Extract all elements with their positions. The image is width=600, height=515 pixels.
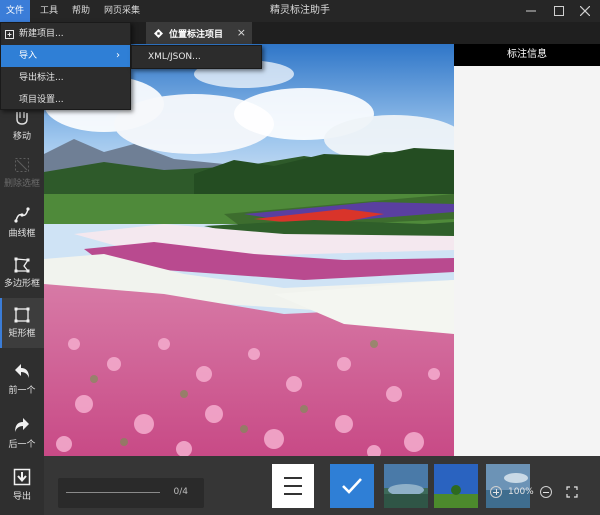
menu-item-label: 项目设置... [19,95,64,105]
title-bar: 文件 工具 帮助 网页采集 精灵标注助手 [0,0,600,22]
tool-export[interactable]: 导出 [0,460,44,510]
thumbnail-2[interactable] [434,464,478,508]
fit-screen-icon[interactable] [566,486,578,498]
zoom-level: 100% [508,487,534,497]
annotation-progress: 0/4 [58,478,204,508]
menu-item-import[interactable]: 导入 › [1,45,130,67]
tool-label: 后一个 [8,440,36,450]
previous-icon [15,364,29,378]
progress-track [66,492,160,493]
list-icon-line [284,485,302,487]
annotation-info-header: 标注信息 [454,44,600,66]
menu-item-new-project[interactable]: 新建项目... [1,23,130,45]
delete-box-icon [15,158,29,172]
project-icon [154,28,163,38]
maximize-icon [554,6,564,16]
confirm-button[interactable] [330,464,374,508]
tool-delete-box[interactable]: 删除选框 [0,148,44,198]
curve-box-icon [14,207,30,223]
next-icon [15,418,29,432]
export-icon [13,468,31,486]
tool-rectangle-box[interactable]: 矩形框 [0,298,44,348]
tab-location-annotation[interactable]: 位置标注项目 × [146,22,252,44]
menu-item-label: 导出标注... [19,73,64,83]
checkmark-icon [342,478,362,494]
file-list-button[interactable] [272,464,314,508]
tool-previous[interactable]: 前一个 [0,354,44,404]
import-submenu: XML/JSON... [131,45,262,69]
menu-item-import-xml-json[interactable]: XML/JSON... [132,46,261,68]
menu-file[interactable]: 文件 [0,0,30,22]
menu-help[interactable]: 帮助 [66,0,96,22]
thumbnail-image [434,464,478,508]
tab-close-button[interactable]: × [237,22,246,44]
tool-curve-box[interactable]: 曲线框 [0,198,44,248]
minimize-icon [526,10,536,12]
zoom-out-icon[interactable] [539,486,552,498]
menu-item-label: 新建项目... [19,29,64,39]
menu-item-export-annotation[interactable]: 导出标注... [1,67,130,89]
tool-polygon-box[interactable]: 多边形框 [0,248,44,298]
maximize-button[interactable] [546,0,572,22]
tab-label: 位置标注项目 [169,29,224,40]
tool-label: 导出 [12,492,31,502]
list-icon-line [284,477,302,479]
chevron-right-icon: › [116,50,120,61]
progress-count: 0/4 [173,487,188,497]
minimize-button[interactable] [518,0,544,22]
list-icon-line [284,493,302,495]
menu-item-project-settings[interactable]: 项目设置... [1,89,130,111]
tool-label: 移动 [12,132,31,142]
file-menu-dropdown: 新建项目... 导入 › 导出标注... 项目设置... [0,22,131,110]
move-icon [16,112,28,125]
close-icon [580,6,590,16]
menu-item-label: XML/JSON... [148,52,201,62]
tool-label: 曲线框 [8,229,36,239]
tool-label: 多边形框 [3,279,40,289]
rectangle-box-icon [14,307,30,323]
thumbnail-image [384,464,428,508]
tool-label: 前一个 [8,386,36,396]
polygon-box-icon [14,257,30,273]
tool-sidebar: 移动 删除选框 曲线框 多边形框 矩形框 前一个 后一个 导出 [0,44,44,515]
zoom-in-icon[interactable] [490,486,502,498]
annotation-info-panel [454,66,600,456]
zoom-controls: 100% [490,482,578,502]
menu-tools[interactable]: 工具 [34,0,64,22]
menu-item-label: 导入 [19,51,38,61]
tool-label: 矩形框 [8,329,36,339]
tool-next[interactable]: 后一个 [0,408,44,458]
thumbnail-1[interactable] [384,464,428,508]
close-window-button[interactable] [572,0,598,22]
menu-web-collect[interactable]: 网页采集 [100,0,144,22]
new-project-icon [5,30,14,39]
tool-label: 删除选框 [3,179,40,189]
